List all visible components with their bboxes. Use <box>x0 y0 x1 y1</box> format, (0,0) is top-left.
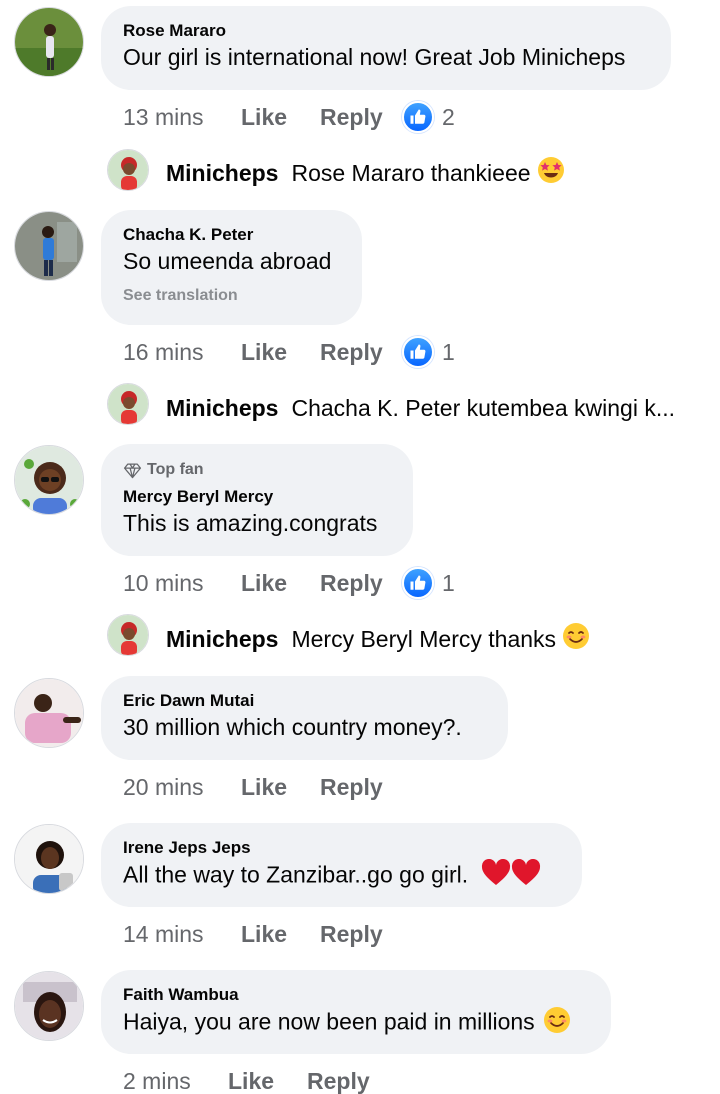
comment-time[interactable]: 10 mins <box>123 570 241 597</box>
comment-author[interactable]: Faith Wambua <box>123 984 588 1006</box>
red-heart-emoji-icon <box>481 858 511 894</box>
top-fan-badge[interactable]: Top fan <box>123 460 390 480</box>
reply-text: Rose Mararo thankieee <box>291 159 531 186</box>
reply-button[interactable]: Reply <box>320 921 402 948</box>
like-button[interactable]: Like <box>241 104 320 131</box>
comment-time[interactable]: 2 mins <box>123 1068 228 1094</box>
comment-time[interactable]: 20 mins <box>123 774 241 801</box>
comment-text-row: Haiya, you are now been paid in millions <box>123 1006 588 1041</box>
comment-bubble: Chacha K. Peter So umeenda abroad See tr… <box>101 210 362 325</box>
like-button[interactable]: Like <box>241 339 320 366</box>
comment-time[interactable]: 13 mins <box>123 104 241 131</box>
reply-preview[interactable]: Minicheps Rose Mararo thankieee <box>166 155 565 191</box>
comment-actions: 10 mins Like Reply 1 <box>123 567 455 599</box>
reaction-count: 2 <box>442 103 455 130</box>
avatar-rose-mararo[interactable] <box>14 7 84 77</box>
comment-actions: 16 mins Like Reply 1 <box>123 336 455 368</box>
avatar-faith-wambua[interactable] <box>14 971 84 1041</box>
avatar-mercy-beryl-mercy[interactable] <box>14 445 84 515</box>
comment-author[interactable]: Irene Jeps Jeps <box>123 837 559 859</box>
comment-actions: 20 mins Like Reply <box>123 771 402 803</box>
comment-time[interactable]: 14 mins <box>123 921 241 948</box>
reply-text: Mercy Beryl Mercy thanks <box>291 625 557 652</box>
reaction-count: 1 <box>442 569 455 596</box>
comment-actions: 14 mins Like Reply <box>123 918 402 950</box>
reply-preview[interactable]: Minicheps Mercy Beryl Mercy thanks <box>166 621 590 657</box>
like-button[interactable]: Like <box>241 921 320 948</box>
smiling-blush-emoji-icon <box>543 1006 571 1041</box>
comment-text: Haiya, you are now been paid in millions <box>123 1008 535 1035</box>
avatar-minicheps[interactable] <box>107 383 149 425</box>
avatar-eric-dawn-mutai[interactable] <box>14 678 84 748</box>
comment-bubble: Irene Jeps Jeps All the way to Zanzibar.… <box>101 823 582 907</box>
comment-text: Our girl is international now! Great Job… <box>123 44 626 70</box>
like-button[interactable]: Like <box>241 774 320 801</box>
thumbs-up-icon <box>402 567 434 599</box>
comment-bubble: Rose Mararo Our girl is international no… <box>101 6 671 90</box>
avatar-chacha-k-peter[interactable] <box>14 211 84 281</box>
comment-text: So umeenda abroad <box>123 248 332 274</box>
see-translation-link[interactable]: See translation <box>123 286 339 306</box>
comment-text: All the way to Zanzibar..go go girl. <box>123 861 469 888</box>
like-button[interactable]: Like <box>228 1068 307 1094</box>
comment-text: This is amazing.congrats <box>123 510 378 536</box>
reaction-summary[interactable]: 1 <box>402 336 455 368</box>
reaction-summary[interactable]: 1 <box>402 567 455 599</box>
smiling-blush-emoji-icon <box>562 622 590 656</box>
thumbs-up-icon <box>402 101 434 133</box>
comment-bubble: Faith Wambua Haiya, you are now been pai… <box>101 970 611 1054</box>
avatar-minicheps[interactable] <box>107 614 149 656</box>
reply-author[interactable]: Minicheps <box>166 395 278 422</box>
comment-author[interactable]: Chacha K. Peter <box>123 224 339 246</box>
reply-author[interactable]: Minicheps <box>166 626 278 653</box>
avatar-irene-jeps-jeps[interactable] <box>14 824 84 894</box>
reply-button[interactable]: Reply <box>320 774 402 801</box>
reply-button[interactable]: Reply <box>320 104 402 131</box>
star-struck-emoji-icon <box>537 156 565 190</box>
comment-actions: 2 mins Like Reply <box>123 1065 389 1094</box>
reply-button[interactable]: Reply <box>320 339 402 366</box>
avatar-minicheps[interactable] <box>107 149 149 191</box>
diamond-icon <box>123 463 142 478</box>
top-fan-label: Top fan <box>147 461 204 478</box>
comment-time[interactable]: 16 mins <box>123 339 241 366</box>
comment-bubble: Eric Dawn Mutai 30 million which country… <box>101 676 508 760</box>
reply-preview[interactable]: Minicheps Chacha K. Peter kutembea kwing… <box>166 390 675 426</box>
comment-actions: 13 mins Like Reply 2 <box>123 101 455 133</box>
comment-text-row: All the way to Zanzibar..go go girl. <box>123 858 559 894</box>
comment-author[interactable]: Eric Dawn Mutai <box>123 690 485 712</box>
like-button[interactable]: Like <box>241 570 320 597</box>
comment-bubble: Top fan Mercy Beryl Mercy This is amazin… <box>101 444 413 556</box>
reply-button[interactable]: Reply <box>307 1068 389 1094</box>
comment-text: 30 million which country money?. <box>123 714 462 740</box>
reply-text: Chacha K. Peter kutembea kwingi k... <box>291 394 675 421</box>
reply-author[interactable]: Minicheps <box>166 160 278 187</box>
red-heart-emoji-icon <box>511 858 541 894</box>
thumbs-up-icon <box>402 336 434 368</box>
comment-author[interactable]: Rose Mararo <box>123 20 648 42</box>
comment-author[interactable]: Mercy Beryl Mercy <box>123 486 390 508</box>
reply-button[interactable]: Reply <box>320 570 402 597</box>
reaction-summary[interactable]: 2 <box>402 101 455 133</box>
reaction-count: 1 <box>442 338 455 365</box>
